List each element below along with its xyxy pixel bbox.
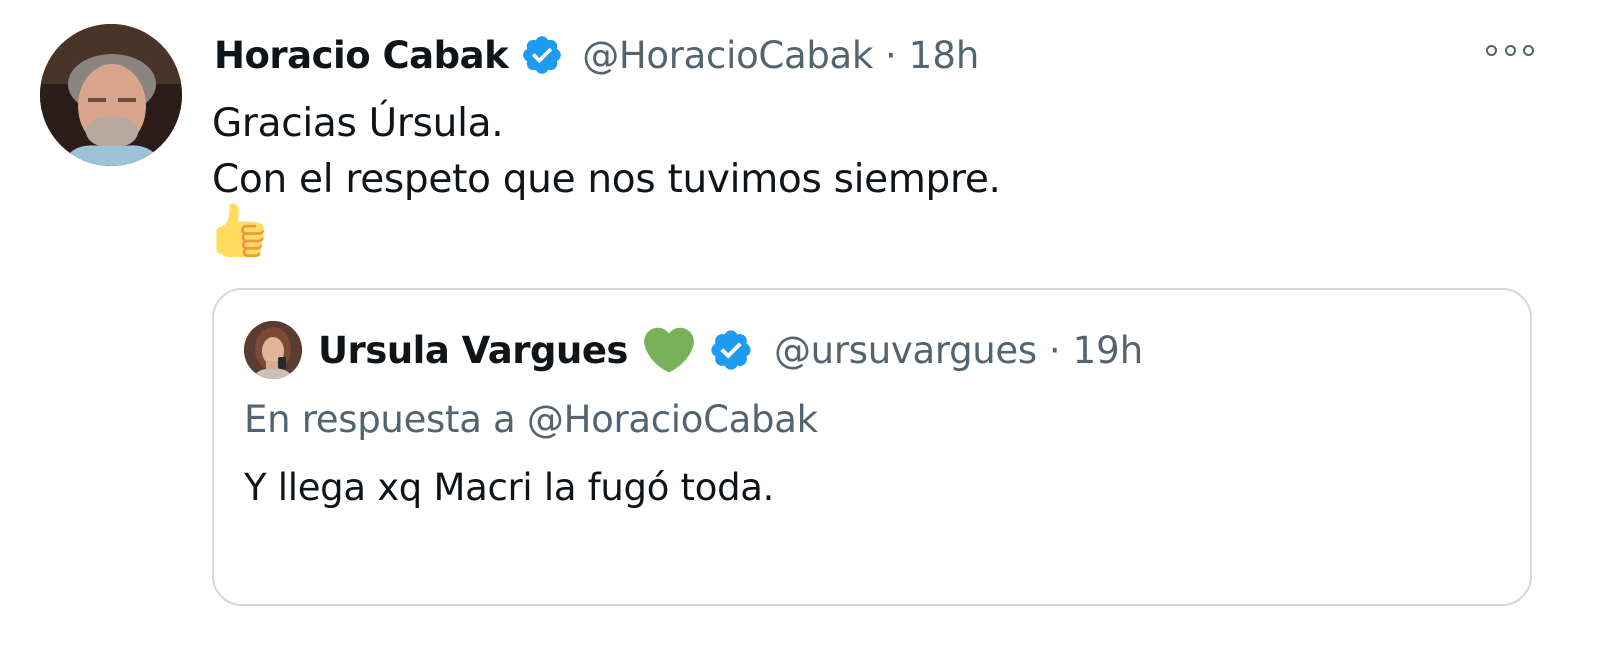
author-handle[interactable]: @HoracioCabak	[582, 34, 873, 77]
quoted-tweet-timestamp[interactable]: 19h	[1073, 329, 1144, 372]
tweet-header: Horacio Cabak @HoracioCabak · 18h	[214, 30, 979, 80]
verified-badge-icon	[711, 330, 751, 370]
tweet-text-line: Gracias Úrsula.	[212, 101, 504, 146]
quoted-author-avatar[interactable]	[244, 321, 302, 379]
reply-prefix: En respuesta a	[244, 398, 516, 441]
reply-mention-link[interactable]: @HoracioCabak	[527, 398, 818, 441]
reply-context: En respuesta a @HoracioCabak	[244, 398, 818, 441]
thumbs-up-icon	[216, 203, 265, 257]
quoted-tweet[interactable]: Ursula Vargues @ursuvargues · 19h En res…	[212, 288, 1532, 606]
more-options-icon[interactable]	[1486, 38, 1534, 62]
tweet-timestamp[interactable]: 18h	[909, 34, 980, 77]
separator-dot: ·	[885, 33, 897, 77]
author-avatar[interactable]	[40, 24, 182, 166]
tweet-text: Gracias Úrsula. Con el respeto que nos t…	[212, 96, 1001, 208]
avatar-horacio-image	[40, 24, 182, 166]
quoted-author-name[interactable]: Ursula Vargues	[318, 329, 628, 372]
green-heart-icon	[644, 327, 694, 373]
quoted-tweet-header: Ursula Vargues @ursuvargues · 19h	[244, 320, 1143, 380]
author-name[interactable]: Horacio Cabak	[214, 34, 509, 77]
tweet-text-line: Con el respeto que nos tuvimos siempre.	[212, 157, 1001, 202]
quoted-author-handle[interactable]: @ursuvargues	[774, 329, 1037, 372]
avatar-ursula-image	[244, 321, 302, 379]
separator-dot: ·	[1048, 328, 1061, 372]
quoted-tweet-text: Y llega xq Macri la fugó toda.	[244, 466, 775, 509]
verified-badge-icon	[523, 36, 561, 74]
tweet: Horacio Cabak @HoracioCabak · 18h Gracia…	[0, 0, 1600, 649]
